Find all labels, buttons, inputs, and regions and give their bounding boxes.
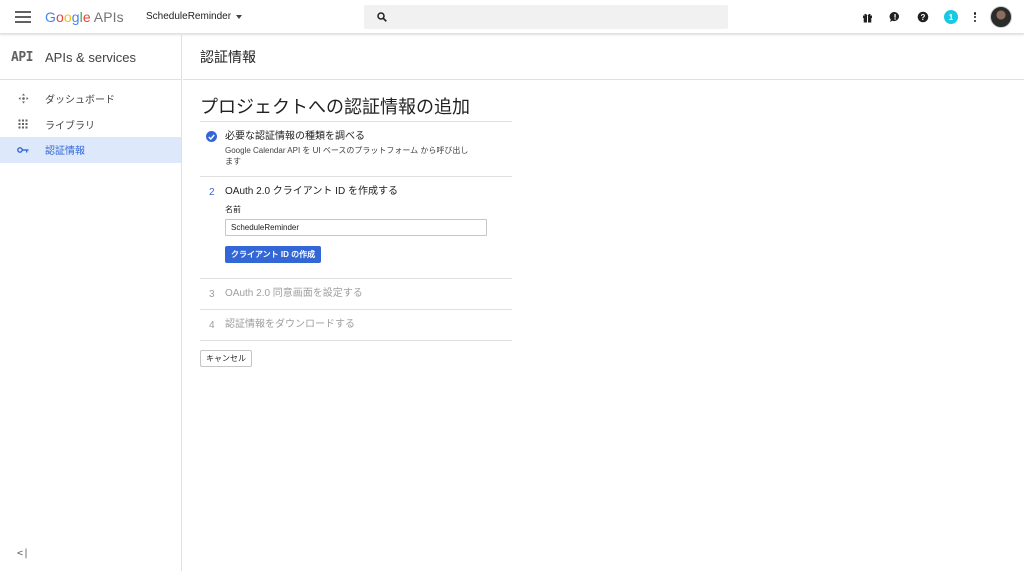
step-title: 必要な認証情報の種類を調べる	[225, 131, 365, 142]
sidebar-item-label: 認証情報	[45, 146, 85, 158]
api-logo-icon: API	[11, 49, 33, 65]
credential-steps: 必要な認証情報の種類を調べる Google Calendar API を UI …	[200, 121, 512, 341]
caret-down-icon	[236, 14, 243, 19]
step-4: 4 認証情報をダウンロードする	[200, 310, 512, 341]
top-right-actions: ? 1	[846, 6, 1012, 28]
page-heading: プロジェクトへの認証情報の追加	[200, 97, 470, 117]
step-title: OAuth 2.0 同意画面を設定する	[225, 288, 363, 299]
project-selector[interactable]: ScheduleReminder	[146, 11, 243, 22]
cancel-button[interactable]: キャンセル	[200, 350, 252, 367]
search-icon	[377, 12, 387, 22]
library-icon	[17, 118, 29, 130]
sidebar-header: API APIs & services	[0, 35, 181, 80]
step-title: 認証情報をダウンロードする	[225, 319, 355, 330]
feedback-icon[interactable]	[888, 10, 902, 24]
notifications-badge[interactable]: 1	[944, 10, 958, 24]
sidebar-item-dashboard[interactable]: ダッシュボード	[0, 86, 181, 112]
sidebar-item-credentials[interactable]: 認証情報	[0, 137, 181, 163]
dashboard-icon	[17, 93, 29, 105]
name-field[interactable]	[225, 219, 487, 236]
top-app-bar: Google APIs ScheduleReminder ? 1	[0, 0, 1024, 34]
create-client-id-button[interactable]: クライアント ID の作成	[225, 246, 322, 263]
gift-icon[interactable]	[860, 10, 874, 24]
sidebar-item-label: ライブラリ	[45, 120, 95, 132]
step-title: OAuth 2.0 クライアント ID を作成する	[225, 186, 398, 197]
step-1: 必要な認証情報の種類を調べる Google Calendar API を UI …	[200, 122, 512, 177]
search-input[interactable]	[394, 5, 714, 29]
main-content: プロジェクトへの認証情報の追加 必要な認証情報の種類を調べる Google Ca…	[200, 93, 512, 367]
google-apis-logo[interactable]: Google APIs	[45, 9, 124, 25]
key-icon	[17, 144, 29, 156]
project-name: ScheduleReminder	[146, 11, 232, 22]
name-field-label: 名前	[225, 205, 241, 214]
step-number: 3	[209, 289, 215, 300]
sidebar: API APIs & services ダッシュボード ライブラリ 認証情報 <…	[0, 35, 182, 571]
avatar[interactable]	[990, 6, 1012, 28]
sidebar-title: APIs & services	[44, 49, 137, 65]
help-icon[interactable]: ?	[916, 10, 930, 24]
check-circle-icon	[206, 131, 217, 142]
step-3: 3 OAuth 2.0 同意画面を設定する	[200, 279, 512, 310]
more-vert-icon[interactable]	[972, 10, 978, 24]
step-2: 2 OAuth 2.0 クライアント ID を作成する 名前 クライアント ID…	[200, 177, 512, 279]
sidebar-item-label: ダッシュボード	[45, 95, 115, 107]
sidebar-item-library[interactable]: ライブラリ	[0, 112, 181, 138]
step-description: Google Calendar API を UI ベースのプラットフォーム から…	[225, 146, 469, 166]
page-title: 認証情報	[183, 35, 1024, 80]
step-number: 4	[209, 320, 215, 331]
svg-text:?: ?	[921, 13, 926, 22]
search-bar[interactable]	[364, 5, 728, 29]
sidebar-nav: ダッシュボード ライブラリ 認証情報	[0, 80, 181, 163]
menu-icon[interactable]	[15, 11, 31, 23]
step-number: 2	[209, 187, 215, 198]
collapse-sidebar-icon[interactable]: <|	[17, 548, 29, 559]
